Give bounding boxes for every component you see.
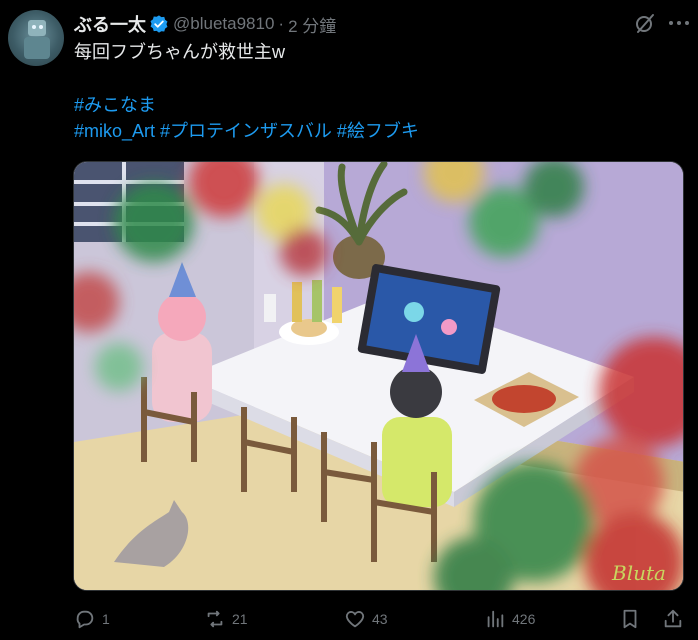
repost-count: 21 bbox=[232, 611, 248, 627]
display-name[interactable]: ぶる一太 bbox=[74, 11, 146, 37]
like-count: 43 bbox=[372, 611, 388, 627]
bookmark-button[interactable] bbox=[619, 608, 647, 630]
post-text: 每回フブちゃんが救世主w bbox=[74, 42, 285, 62]
repost-icon bbox=[207, 610, 223, 628]
artist-signature: Bluta bbox=[611, 561, 666, 585]
views-icon bbox=[487, 610, 504, 628]
robot-eye-left bbox=[32, 25, 36, 29]
action-bar: 1 21 43 426 bbox=[74, 600, 694, 640]
bookmark-icon bbox=[623, 609, 637, 629]
post-timestamp[interactable]: 2 分鐘 bbox=[288, 12, 336, 37]
hashtag-mikonama[interactable]: #みこなま bbox=[74, 95, 156, 115]
hashtag-miko-art[interactable]: #miko_Art bbox=[74, 121, 155, 141]
avatar[interactable] bbox=[8, 10, 64, 66]
hashtag-protein-subaru[interactable]: #プロテインザスバル bbox=[160, 121, 332, 141]
robot-avatar-head bbox=[28, 20, 46, 36]
reply-icon bbox=[76, 610, 94, 629]
reply-count: 1 bbox=[102, 611, 110, 627]
post-image[interactable]: Bluta bbox=[73, 161, 684, 591]
user-handle[interactable]: @blueta9810 bbox=[173, 14, 274, 34]
views-count: 426 bbox=[512, 611, 536, 627]
reply-button[interactable]: 1 bbox=[74, 608, 110, 630]
like-button[interactable]: 43 bbox=[344, 608, 388, 630]
verified-badge-icon bbox=[149, 14, 169, 34]
hashtags-block: #みこなま #miko_Art #プロテインザスバル #絵フブキ bbox=[74, 92, 419, 144]
repost-button[interactable]: 21 bbox=[204, 608, 248, 630]
heart-icon bbox=[345, 611, 365, 628]
share-button[interactable] bbox=[662, 608, 690, 630]
share-icon bbox=[664, 609, 682, 628]
views-button[interactable]: 426 bbox=[484, 608, 535, 630]
party-illustration: Bluta bbox=[74, 162, 683, 590]
post-header: ぶる一太 @blueta9810 · 2 分鐘 bbox=[74, 11, 688, 37]
robot-eye-right bbox=[39, 25, 43, 29]
more-icon[interactable] bbox=[666, 12, 692, 34]
separator-dot: · bbox=[278, 14, 285, 33]
grok-icon[interactable] bbox=[634, 12, 656, 34]
hashtag-e-fubuki[interactable]: #絵フブキ bbox=[337, 121, 419, 141]
robot-avatar-body bbox=[24, 37, 50, 59]
